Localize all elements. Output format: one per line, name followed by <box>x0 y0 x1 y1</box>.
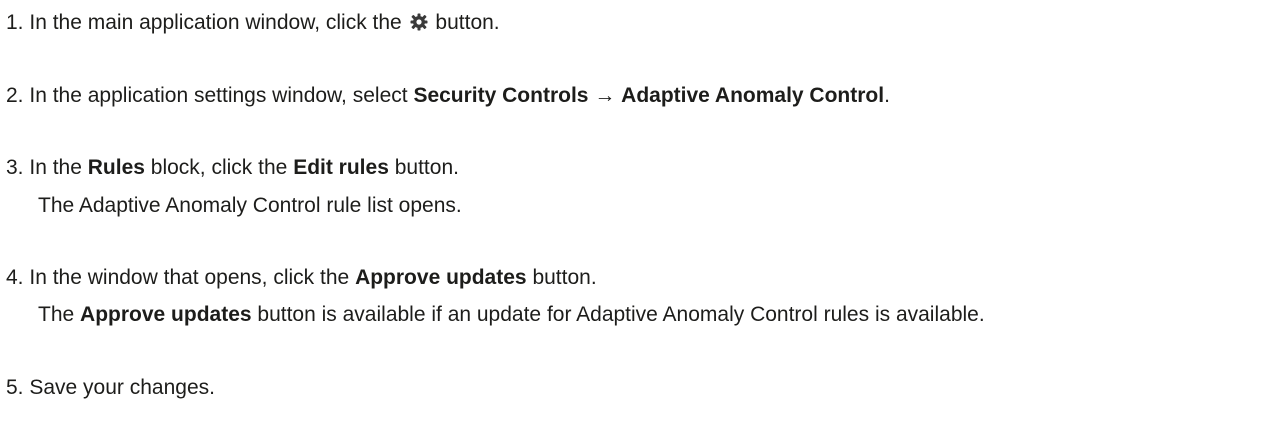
step-2: 2. In the application settings window, s… <box>6 83 890 108</box>
note-text: The <box>38 303 75 326</box>
step-number: 4. <box>6 266 24 289</box>
step-text-end: button. <box>532 266 597 289</box>
step-5: 5. Save your changes. <box>6 375 215 400</box>
step-text-end: button. <box>394 156 459 179</box>
note-text-end: button is available if an update for Ada… <box>257 303 985 326</box>
step-number: 5. <box>6 376 24 399</box>
step-4: 4. In the window that opens, click the A… <box>6 265 597 290</box>
edit-rules-button-label: Edit rules <box>293 156 389 179</box>
step-number: 1. <box>6 11 24 34</box>
step-number: 3. <box>6 156 24 179</box>
step-text: In the window that opens, click the <box>29 266 350 289</box>
step-text: In the main application window, click th… <box>29 11 402 34</box>
arrow-glyph: → <box>594 84 616 107</box>
step-number: 2. <box>6 84 24 107</box>
note-text: The Adaptive Anomaly Control rule list o… <box>38 194 462 217</box>
instruction-document: 1. In the main application window, click… <box>0 0 1269 434</box>
menu-adaptive-anomaly-control: Adaptive Anomaly Control <box>621 84 885 107</box>
step-text: In the <box>29 156 82 179</box>
step-text-middle: block, click the <box>150 156 288 179</box>
step-text: Save your changes. <box>29 376 215 399</box>
approve-updates-label: Approve updates <box>80 303 252 326</box>
step-text-end: . <box>884 84 890 107</box>
approve-updates-button-label: Approve updates <box>355 266 527 289</box>
step-text: In the application settings window, sele… <box>29 84 408 107</box>
gear-icon <box>410 12 428 31</box>
rules-block-label: Rules <box>87 156 145 179</box>
step-3: 3. In the Rules block, click the Edit ru… <box>6 155 459 180</box>
menu-security-controls: Security Controls <box>413 84 589 107</box>
step-3-note: The Adaptive Anomaly Control rule list o… <box>38 193 462 218</box>
step-4-note: The Approve updates button is available … <box>38 302 985 327</box>
step-1: 1. In the main application window, click… <box>6 10 500 35</box>
step-text-end: button. <box>435 11 500 34</box>
